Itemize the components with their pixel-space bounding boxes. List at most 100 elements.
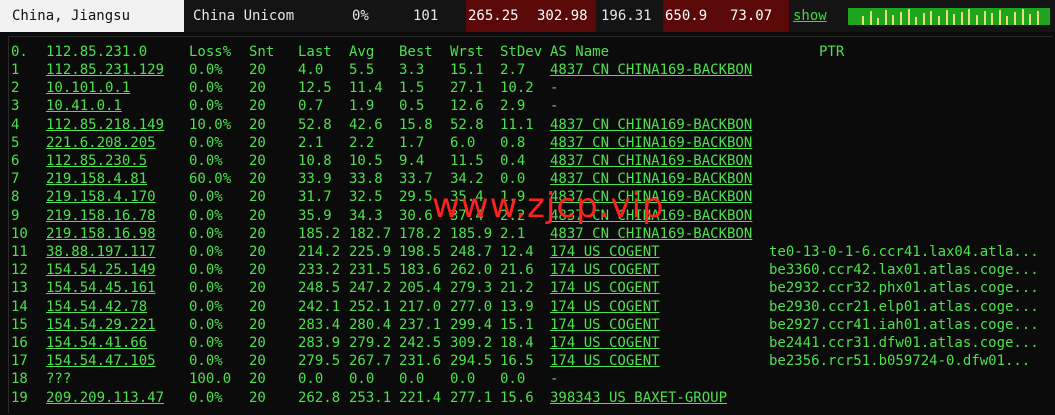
hop-row: 2 10.101.0.1 0.0% 20 12.5 11.4 1.5 27.1 10.2- [9,79,1053,97]
hop-loss: 0.0% [189,244,223,260]
hop-host-link[interactable]: 219.158.16.98 [46,225,156,243]
hop-host-link[interactable]: 38.88.197.117 [46,243,156,261]
hop-wrst: 185.9 [450,225,493,242]
hop-as-link[interactable]: 174 US COGENT [550,261,660,279]
hop-loss: 0.0% [189,62,223,78]
col-host: 112.85.231.0 [46,44,148,60]
hop-best: 33.7 [399,171,433,188]
hop-last: 0.0 [298,371,324,388]
col-snt: Snt [249,44,275,60]
hop-row: 16 154.54.41.66 0.0% 20 283.9 279.2 242.5 309.2… [9,334,1053,352]
hop-as-link[interactable]: 174 US COGENT [550,334,660,352]
hop-loss: 0.0% [189,316,223,333]
hop-avg: 5.5 [349,62,375,78]
hop-best: 231.6 [399,353,442,370]
hop-last: 52.8 [298,116,332,133]
hop-as-link: - [550,80,559,97]
hop-snt: 20 [249,244,266,260]
col-stdev: StDev [500,44,543,60]
hop-host-link[interactable]: 219.158.4.81 [46,170,147,188]
hop-host-link[interactable]: 10.41.0.1 [46,97,122,115]
sparkline-tick [1006,16,1009,25]
hop-snt: 20 [249,80,266,97]
hop-index: 19 [11,389,28,406]
hop-host-link[interactable]: 112.85.230.5 [46,152,147,170]
hop-host-link[interactable]: 154.54.42.78 [46,298,147,316]
hop-last: 233.2 [298,262,341,279]
hop-index: 16 [11,335,28,351]
sparkline-tick [945,10,948,25]
hop-host-link[interactable]: 209.209.113.47 [46,389,164,407]
show-link[interactable]: show [793,0,833,32]
hop-host-link[interactable]: 112.85.231.129 [46,61,164,79]
hop-best: 178.2 [399,225,442,242]
hop-index: 5 [11,134,20,151]
hop-as-link[interactable]: 174 US COGENT [550,243,660,261]
hop-host-link[interactable]: 154.54.47.105 [46,352,156,370]
hop-avg: 0.0 [349,371,375,388]
stdev-value: 73.07 [730,8,773,24]
hop-best: 221.4 [399,389,442,406]
col-best: Best [399,44,433,60]
hop-row: 19 209.209.113.47 0.0% 20 262.8 253.1 221.4 277… [9,389,1053,407]
hop-as-link[interactable]: 174 US COGENT [550,352,660,370]
hop-loss: 0.0% [189,389,223,406]
hop-snt: 20 [249,207,266,224]
sparkline-tick [1036,11,1039,25]
hop-stdev: 16.5 [500,353,534,370]
hop-last: 12.5 [298,80,332,97]
hop-ptr: be2441.ccr31.dfw01.atlas.coge... [769,335,1039,351]
hop-as-link[interactable]: 398343 US BAXET-GROUP [550,389,727,407]
sparkline-tick [991,13,994,25]
hop-avg: 33.8 [349,171,383,188]
sparkline-tick [892,15,895,25]
hop-host-link[interactable]: 112.85.218.149 [46,116,164,134]
hop-best: 9.4 [399,153,425,169]
hop-avg: 1.9 [349,98,375,115]
hop-snt: 20 [249,298,266,315]
hop-wrst: 27.1 [450,80,484,97]
hop-host-link[interactable]: 219.158.16.78 [46,207,156,225]
hop-last: 248.5 [298,280,341,297]
hop-loss: 0.0% [189,262,223,279]
hop-avg: 2.2 [349,134,375,151]
hop-row: 5 221.6.208.205 0.0% 20 2.1 2.2 1.7 6.0 0.8 4837 … [9,134,1053,152]
hop-host-link[interactable]: 154.54.29.221 [46,316,156,334]
hop-index: 8 [11,189,20,206]
hop-index: 17 [11,353,28,370]
hop-stdev: 12.4 [500,244,534,260]
hop-host-link[interactable]: 221.6.208.205 [46,134,156,152]
hop-host-link[interactable]: 219.158.4.170 [46,188,156,206]
hop-ptr: be2930.ccr21.elp01.atlas.coge... [769,298,1039,315]
hop-loss: 0.0% [189,98,223,115]
hop-snt: 20 [249,389,266,406]
hop-row: 3 10.41.0.1 0.0% 20 0.7 1.9 0.5 12.6 2.9 - [9,97,1053,115]
hop-as-link: - [550,371,559,388]
hop-index: 2 [11,80,20,97]
hop-index: 7 [11,171,20,188]
column-header-row: 0. 112.85.231.0 Loss% Snt Last Avg Best … [9,43,1053,61]
hop-stdev: 11.1 [500,116,534,133]
hop-as-link[interactable]: 4837 CN CHINA169-BACKBON [550,152,752,170]
hop-stdev: 21.6 [500,262,534,279]
hop-as-link[interactable]: 4837 CN CHINA169-BACKBON [550,134,752,152]
hop-host-link[interactable]: 154.54.45.161 [46,279,156,297]
sent-value: 101 [413,8,439,24]
hop-wrst: 0.0 [450,371,476,388]
hop-snt: 20 [249,116,266,133]
hop-host-link[interactable]: 154.54.25.149 [46,261,156,279]
hop-index: 15 [11,316,28,333]
best-value: 196.31 [601,8,652,24]
hop-as-link[interactable]: 174 US COGENT [550,298,660,316]
hop-avg: 231.5 [349,262,392,279]
hop-host-link[interactable]: 154.54.41.66 [46,334,147,352]
hop-host-link[interactable]: 10.101.0.1 [46,79,130,97]
hop-host-link[interactable]: ??? [46,370,71,388]
hop-as-link[interactable]: 174 US COGENT [550,279,660,297]
hop-as-link[interactable]: 174 US COGENT [550,316,660,334]
hop-as-link[interactable]: 4837 CN CHINA169-BACKBON [550,61,752,79]
hop-stdev: 0.4 [500,153,526,169]
hop-as-link[interactable]: 4837 CN CHINA169-BACKBON [550,116,752,134]
hop-as-link[interactable]: 4837 CN CHINA169-BACKBON [550,225,752,243]
hop-row: 12 154.54.25.149 0.0% 20 233.2 231.5 183.6 262.… [9,261,1053,279]
